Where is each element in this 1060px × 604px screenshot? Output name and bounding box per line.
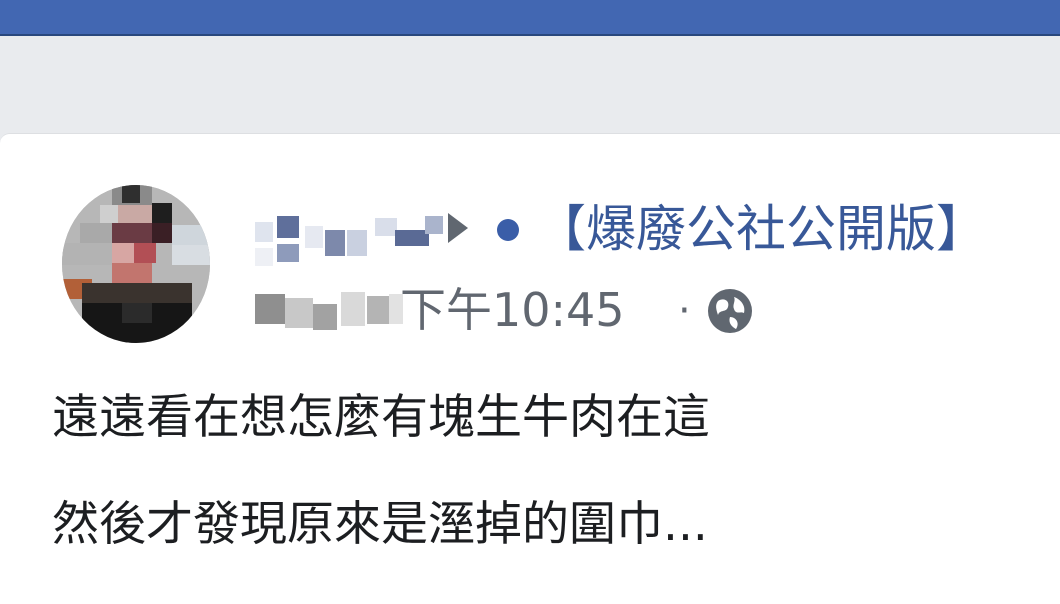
blurred-post-date [255,292,403,330]
post-body-line-2: 然後才發現原來是溼掉的圍巾... [52,497,708,552]
post-timestamp-link[interactable]: 下午10:45 [400,278,625,342]
globe-icon[interactable] [706,287,754,335]
group-name-link[interactable]: 【爆廢公社公開版】 [536,194,986,264]
top-navigation-bar [0,0,1060,36]
triangle-arrow-icon [448,213,468,243]
post-body-line-1: 遠遠看在想怎麼有塊生牛肉在這 [52,390,710,445]
pixelated-avatar-image [62,185,210,343]
author-avatar[interactable] [62,185,210,343]
meta-separator: · [678,288,691,334]
blurred-author-name[interactable] [255,212,445,272]
bullet-dot-icon [497,219,519,241]
